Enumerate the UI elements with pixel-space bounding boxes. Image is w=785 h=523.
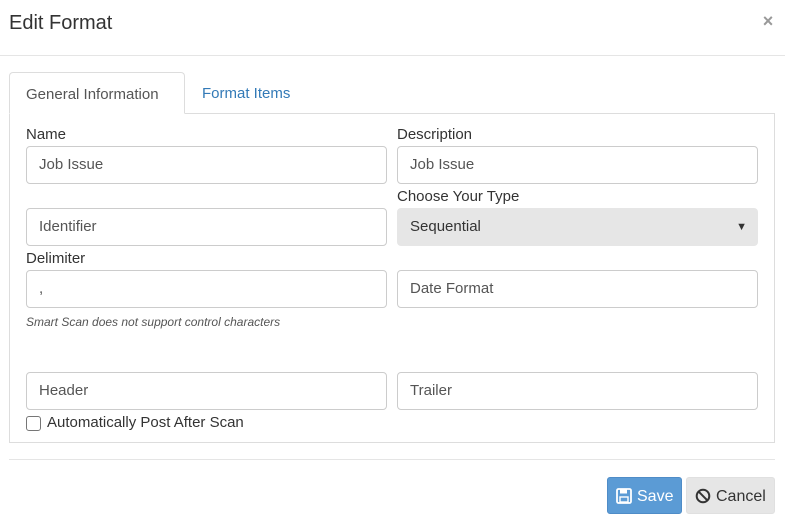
description-input[interactable]: Job Issue <box>397 146 758 184</box>
auto-post-checkbox[interactable] <box>26 416 41 431</box>
description-label: Description <box>397 126 473 143</box>
identifier-input[interactable]: Identifier <box>26 208 387 246</box>
type-label: Choose Your Type <box>397 188 520 205</box>
close-icon[interactable]: × <box>760 12 776 30</box>
tab-nav: General Information Format Items <box>9 72 775 114</box>
delimiter-label: Delimiter <box>26 250 86 267</box>
floppy-disk-icon <box>616 488 632 504</box>
delimiter-input[interactable]: , <box>26 270 387 308</box>
delimiter-help-text: Smart Scan does not support control char… <box>26 315 281 329</box>
save-label: Save <box>637 488 674 505</box>
save-button[interactable]: Save <box>607 477 682 514</box>
auto-post-label[interactable]: Automatically Post After Scan <box>47 414 244 431</box>
date-format-input[interactable]: Date Format <box>397 270 758 308</box>
cancel-label: Cancel <box>716 488 766 505</box>
type-selected-value: Sequential <box>410 218 481 235</box>
trailer-input[interactable]: Trailer <box>397 372 758 410</box>
name-label: Name <box>26 126 67 143</box>
ban-icon <box>695 488 711 504</box>
footer-divider <box>9 459 775 460</box>
header-input[interactable]: Header <box>26 372 387 410</box>
caret-down-icon: ▼ <box>736 221 747 233</box>
tab-format-items[interactable]: Format Items <box>186 72 306 114</box>
type-select[interactable]: Sequential ▼ <box>397 208 758 246</box>
edit-format-dialog: Edit Format × General Information Format… <box>0 0 785 523</box>
dialog-title: Edit Format <box>9 12 113 34</box>
name-input[interactable]: Job Issue <box>26 146 387 184</box>
tab-general-information[interactable]: General Information <box>9 72 185 114</box>
dialog-header: Edit Format × <box>0 0 785 56</box>
cancel-button[interactable]: Cancel <box>686 477 775 514</box>
